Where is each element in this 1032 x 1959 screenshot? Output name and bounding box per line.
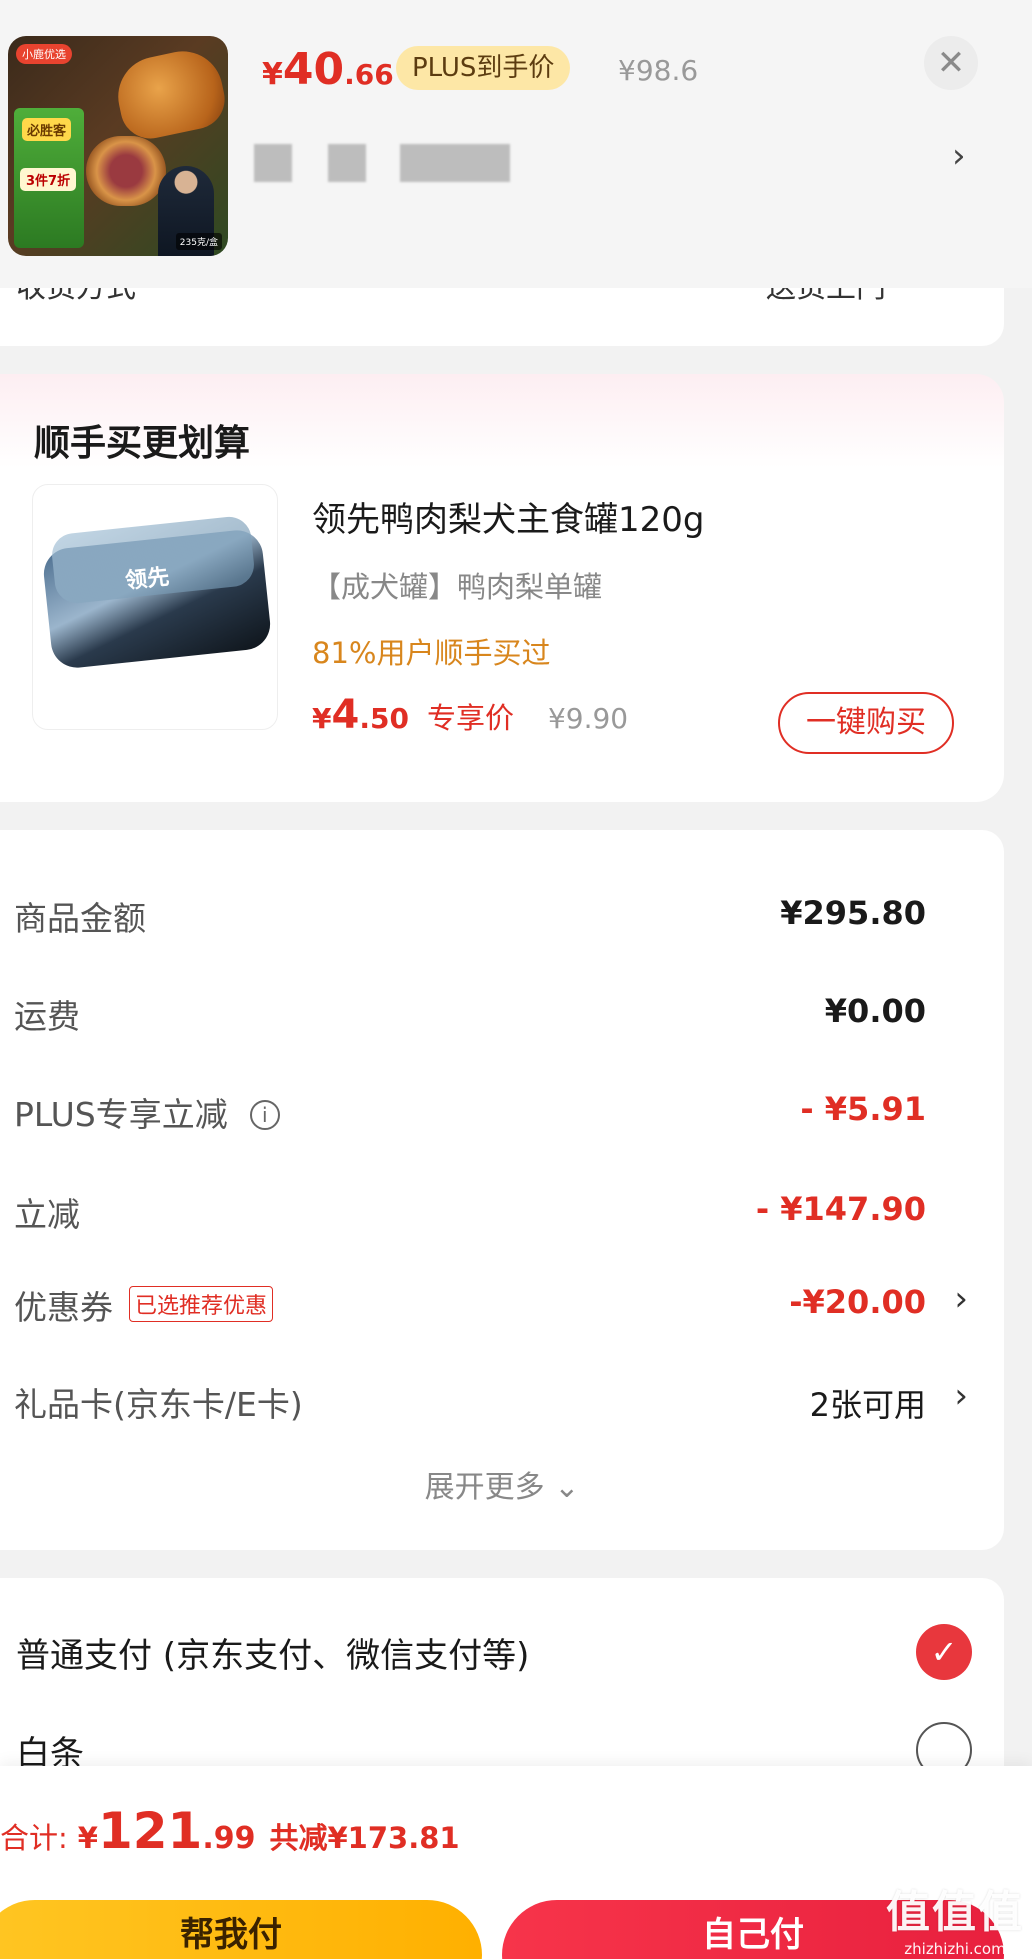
amount-value: - ¥5.91	[800, 1090, 926, 1128]
blurred-spec-3	[400, 144, 510, 182]
chevron-right-icon[interactable]: ›	[954, 1376, 968, 1416]
total-integer: 121	[97, 1802, 203, 1860]
rec-price-tag: 专享价	[426, 701, 514, 735]
amount-row-gift-card[interactable]: 礼品卡(京东卡/E卡) 2张可用 ›	[0, 1370, 1004, 1430]
amount-row-coupon[interactable]: 优惠券 已选推荐优惠 -¥20.00 ›	[0, 1273, 1004, 1333]
recommend-hint: 81%用户顺手买过	[312, 636, 551, 670]
amounts-card: 商品金额 ¥295.80 运费 ¥0.00 PLUS专享立减 i - ¥5.91 …	[0, 830, 1004, 1550]
amount-value: ¥295.80	[780, 894, 926, 932]
amount-label-text: PLUS专享立减	[14, 1095, 228, 1134]
price-currency: ¥	[262, 57, 283, 92]
amount-label: PLUS专享立减 i	[14, 1088, 280, 1136]
rec-original-price: ¥9.90	[547, 702, 629, 735]
can-label: 领先	[124, 564, 171, 595]
total-summary: 合计: ¥ 121 .99 共减¥173.81	[0, 1802, 460, 1860]
amount-row-plus-discount: PLUS专享立减 i - ¥5.91	[0, 1080, 1004, 1140]
rec-price-currency: ¥	[312, 702, 332, 735]
thumb-weight: 235克/盒	[175, 233, 222, 250]
recommend-product-image[interactable]: 领先	[32, 484, 278, 730]
blurred-spec-2	[328, 144, 366, 182]
amount-row-instant-discount: 立减 - ¥147.90	[0, 1180, 1004, 1240]
payment-option-normal[interactable]: 普通支付 (京东支付、微信支付等)	[16, 1628, 529, 1677]
watermark-url: zhizhizhi.com	[904, 1940, 1006, 1958]
expand-more-button[interactable]: 展开更多 ⌄	[0, 1462, 1004, 1506]
thumb-tag-brand: 必胜客	[22, 118, 72, 141]
total-label: 合计:	[0, 1821, 68, 1855]
recommend-product-name[interactable]: 领先鸭肉梨犬主食罐120g	[312, 492, 704, 541]
chevron-right-icon[interactable]: ›	[952, 136, 966, 176]
amount-label: 立减	[14, 1195, 80, 1234]
amount-value: 2张可用	[809, 1386, 926, 1424]
price-integer: 40	[282, 44, 345, 95]
watermark-logo: 值值值	[886, 1887, 1024, 1938]
amount-value: ¥0.00	[824, 992, 926, 1030]
price-decimal: .66	[344, 58, 394, 91]
recommend-title: 顺手买更划算	[34, 423, 251, 464]
watermark: 值值值 zhizhizhi.com	[880, 1876, 1030, 1958]
pastry-cut-image	[86, 136, 166, 206]
total-saved: 共减¥173.81	[269, 1821, 460, 1855]
chevron-right-icon[interactable]: ›	[954, 1279, 968, 1319]
check-icon[interactable]: ✓	[916, 1624, 972, 1680]
amount-value: -¥20.00	[789, 1283, 926, 1321]
amount-label: 商品金额	[14, 899, 146, 938]
amount-value: - ¥147.90	[755, 1190, 926, 1228]
amount-label: 优惠券 已选推荐优惠	[14, 1281, 274, 1329]
checkout-bar: 合计: ¥ 121 .99 共减¥173.81 帮我付 自己付	[0, 1766, 1032, 1959]
amount-label: 运费	[14, 997, 80, 1036]
product-thumbnail[interactable]: 小鹿优选 必胜客 3件7折 235克/盒	[8, 36, 228, 256]
thumb-tag-discount: 3件7折	[20, 168, 77, 191]
original-price: ¥98.6	[618, 54, 699, 87]
amount-label: 礼品卡(京东卡/E卡)	[14, 1385, 303, 1424]
thumb-badge: 小鹿优选	[16, 44, 72, 64]
info-icon[interactable]: i	[249, 1100, 280, 1130]
recommend-product-spec: 【成犬罐】鸭肉梨单罐	[312, 570, 603, 604]
amount-label-text: 优惠券	[14, 1288, 113, 1327]
product-header: 小鹿优选 必胜客 3件7折 235克/盒 ¥ 40 .66 PLUS到手价 ¥9…	[0, 0, 1032, 288]
rec-price-decimal: .50	[359, 702, 409, 735]
rec-price-integer: 4	[331, 692, 360, 738]
total-currency: ¥	[77, 1821, 98, 1855]
amount-row-shipping: 运费 ¥0.00	[0, 982, 1004, 1042]
pastry-image	[110, 43, 228, 145]
plus-price-badge: PLUS到手价	[396, 46, 571, 90]
amount-row-goods: 商品金额 ¥295.80	[0, 884, 1004, 944]
blurred-spec-1	[254, 144, 292, 182]
header-price: ¥ 40 .66	[262, 44, 394, 95]
help-pay-label: 帮我付	[180, 1915, 282, 1955]
close-icon[interactable]: ✕	[924, 36, 978, 90]
self-pay-label: 自己付	[702, 1915, 804, 1955]
one-click-buy-button[interactable]: 一键购买	[778, 692, 954, 754]
recommend-card: 顺手买更划算 领先 领先鸭肉梨犬主食罐120g 【成犬罐】鸭肉梨单罐 81%用户…	[0, 374, 1004, 802]
recommend-price: ¥ 4 .50 专享价 ¥9.90	[312, 692, 628, 738]
help-pay-button[interactable]: 帮我付	[0, 1900, 482, 1959]
coupon-tag: 已选推荐优惠	[129, 1286, 274, 1322]
total-decimal: .99	[202, 1821, 256, 1856]
